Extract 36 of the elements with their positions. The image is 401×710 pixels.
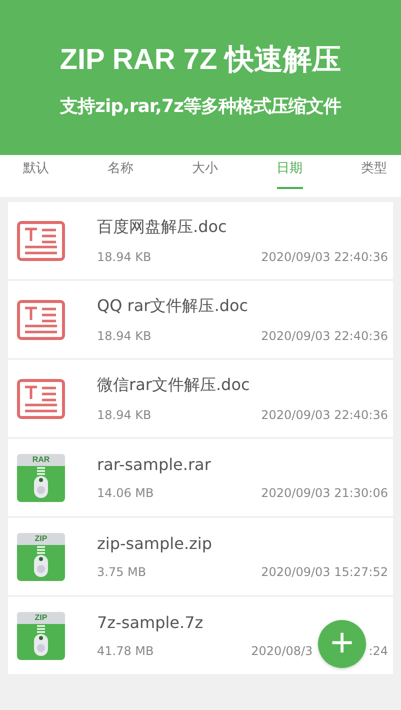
archive-icon: ZIP — [17, 612, 65, 660]
file-date: 2020/09/03 15:27:52 — [261, 565, 388, 579]
sort-tab[interactable]: 名称 — [108, 155, 134, 189]
file-date: 2020/09/03 22:40:36 — [261, 408, 388, 422]
file-name: 7z-sample.7z — [97, 613, 204, 632]
file-card[interactable]: 微信rar文件解压.doc 18.94 KB 2020/09/03 22:40:36 — [8, 360, 393, 437]
document-icon — [17, 378, 65, 418]
file-card[interactable]: QQ rar文件解压.doc 18.94 KB 2020/09/03 22:40:36 — [8, 281, 393, 358]
file-size: 18.94 KB — [97, 329, 152, 343]
file-name: zip-sample.zip — [97, 534, 214, 553]
file-size: 14.06 MB — [97, 486, 154, 500]
document-icon — [17, 300, 65, 340]
banner-title: ZIP RAR 7Z 快速解压 — [60, 43, 342, 78]
file-date: 2020/09/03 22:40:36 — [261, 250, 388, 264]
archive-icon: RAR — [17, 454, 65, 502]
file-size: 41.78 MB — [97, 644, 154, 658]
file-name: 微信rar文件解压.doc — [97, 375, 251, 396]
file-date: 2020/09/03 22:40:36 — [261, 329, 388, 343]
file-name: rar-sample.rar — [97, 455, 212, 474]
file-size: 18.94 KB — [97, 250, 152, 264]
sort-tab[interactable]: 默认 — [23, 155, 49, 189]
file-card[interactable]: RAR rar-sample.rar 14.06 MB 2020/09/03 21:30:06 — [8, 439, 393, 516]
archive-icon: ZIP — [17, 532, 65, 580]
file-date: 2020/09/03 21:30:06 — [261, 486, 388, 500]
file-size: 3.75 MB — [97, 565, 146, 579]
banner-subtitle: 支持zip,rar,7z等多种格式压缩文件 — [60, 95, 341, 118]
file-name: 百度网盘解压.doc — [97, 217, 228, 238]
file-size: 18.94 KB — [97, 408, 152, 422]
document-icon — [17, 220, 65, 260]
file-date: :24 — [368, 644, 388, 658]
file-card[interactable]: 百度网盘解压.doc 18.94 KB 2020/09/03 22:40:36 — [8, 202, 393, 279]
sort-tab[interactable]: 大小 — [192, 155, 218, 189]
file-card[interactable]: ZIP zip-sample.zip 3.75 MB 2020/09/03 15:27:52 — [8, 518, 393, 595]
file-name: QQ rar文件解压.doc — [97, 296, 250, 317]
sort-tab[interactable]: 类型 — [361, 155, 387, 189]
file-date: 2020/08/3 — [251, 644, 313, 658]
